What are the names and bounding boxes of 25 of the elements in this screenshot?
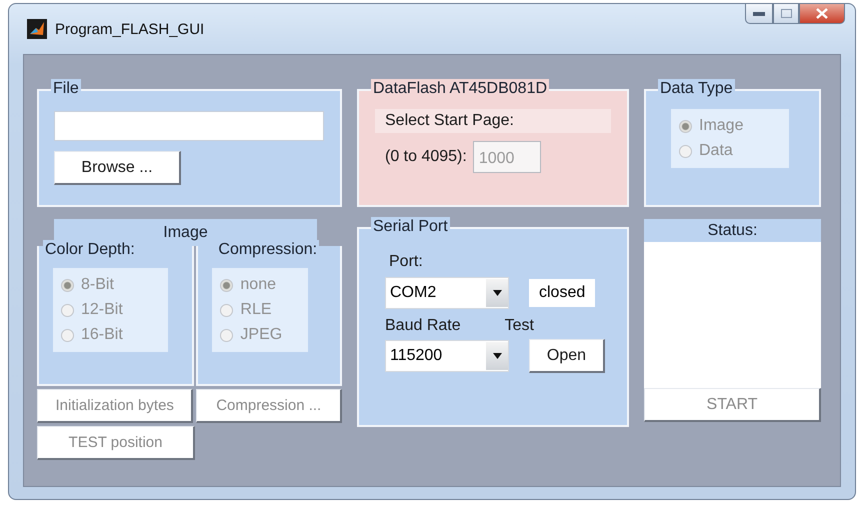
baud-rate-dropdown[interactable]: 115200 [385,340,509,372]
maximize-button[interactable] [773,4,799,24]
panel-title: Compression: [216,240,320,260]
panel-title: Data Type [658,79,735,99]
status-title: Status: [644,219,821,242]
dropdown-caret-icon [492,353,502,359]
port-label: Port: [389,253,424,271]
dropdown-caret-icon [492,290,502,296]
test-label: Test [504,317,534,335]
range-label: (0 to 4095): [385,148,467,166]
baud-rate-label: Baud Rate [385,317,461,335]
browse-button[interactable]: Browse ... [54,151,181,185]
window-title: Program_FLASH_GUI [55,20,206,38]
panel-title: Image [163,223,208,243]
port-dropdown[interactable]: COM2 [385,277,509,309]
minimize-icon [753,12,765,16]
minimize-button[interactable] [745,4,773,24]
close-icon [816,8,828,19]
app-logo-icon [27,19,47,39]
start-page-label: Select Start Page: [375,109,611,133]
close-button[interactable] [799,4,845,24]
file-path-field[interactable] [54,111,324,141]
open-button[interactable]: Open [529,339,605,373]
maximize-icon [780,9,792,18]
port-state-label: closed [529,279,596,307]
